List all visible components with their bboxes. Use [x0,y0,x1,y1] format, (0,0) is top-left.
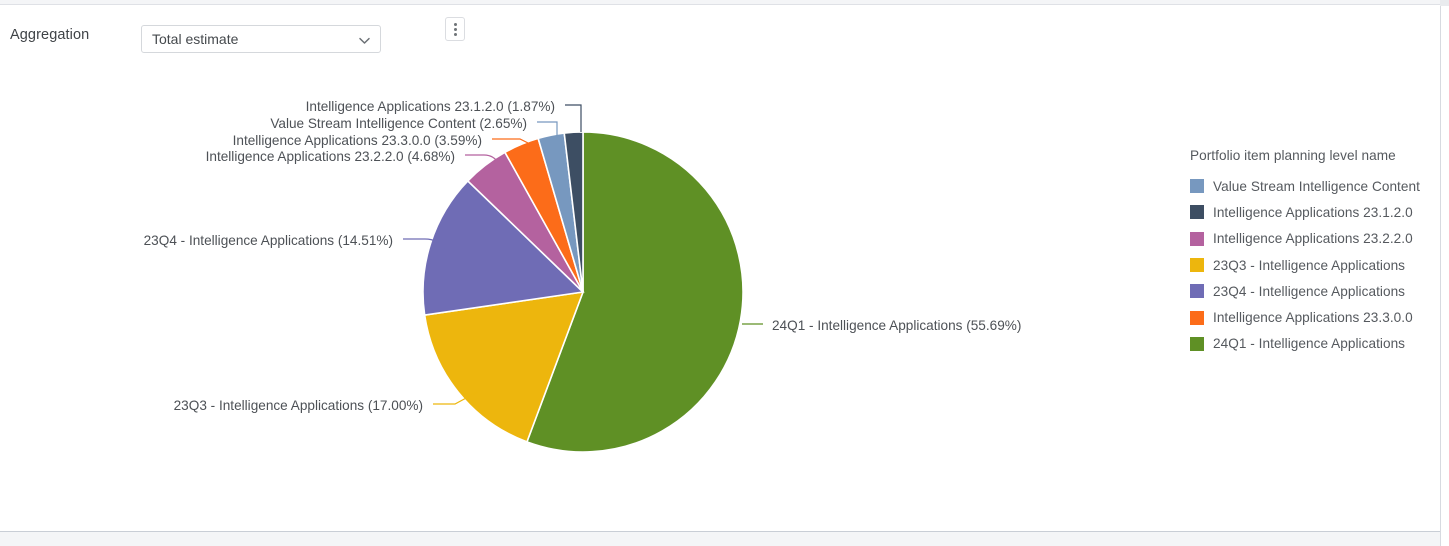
legend-item-list: Value Stream Intelligence Content Intelli… [1190,173,1435,357]
legend-item[interactable]: 23Q3 - Intelligence Applications [1190,252,1435,278]
legend-item-label: 23Q3 - Intelligence Applications [1213,257,1406,273]
legend-item[interactable]: Intelligence Applications 23.2.2.0 [1190,226,1435,252]
legend-item[interactable]: Intelligence Applications 23.3.0.0 [1190,304,1435,330]
kebab-dot-icon [454,33,457,36]
pie-slice-label: Intelligence Applications 23.2.2.0 (4.68… [206,149,455,164]
legend-item[interactable]: 24Q1 - Intelligence Applications [1190,331,1435,357]
legend-item[interactable]: Intelligence Applications 23.1.2.0 [1190,199,1435,225]
scrollbar-thumb[interactable] [1440,0,1449,6]
kebab-dot-icon [454,23,457,26]
legend-item-label: Intelligence Applications 23.1.2.0 [1213,204,1413,220]
panel-right-scrollbar[interactable] [1440,0,1449,546]
legend-color-swatch [1190,258,1204,273]
chart-toolbar: Aggregation Total estimate [0,6,1440,54]
pie-slice-label: Intelligence Applications 23.3.0.0 (3.59… [233,133,482,148]
pie-slice-label: Intelligence Applications 23.1.2.0 (1.87… [306,99,555,114]
legend-item[interactable]: 23Q4 - Intelligence Applications [1190,278,1435,304]
pie-slice-label: 24Q1 - Intelligence Applications (55.69%… [772,318,1021,333]
pie-slice-group [422,131,744,453]
legend-color-swatch [1190,205,1204,220]
legend-item-label: Intelligence Applications 23.3.0.0 [1213,310,1413,326]
aggregation-label: Aggregation [10,27,90,43]
aggregation-select-value: Total estimate [152,31,239,47]
chevron-down-icon [358,34,371,47]
legend-color-swatch [1190,231,1204,246]
panel-bottom-divider [0,531,1449,546]
legend-color-swatch [1190,179,1204,194]
pie-leader-line [565,104,582,132]
legend-item-label: Intelligence Applications 23.2.2.0 [1213,231,1413,247]
pie-slice-label: Value Stream Intelligence Content (2.65%… [270,116,527,131]
panel-top-divider [0,0,1449,5]
legend-color-swatch [1190,336,1204,351]
legend-item-label: 24Q1 - Intelligence Applications [1213,336,1406,352]
legend-item-label: Value Stream Intelligence Content [1213,178,1420,194]
legend-color-swatch [1190,284,1204,299]
pie-slice-label: 23Q4 - Intelligence Applications (14.51%… [144,233,393,248]
legend-item-label: 23Q4 - Intelligence Applications [1213,283,1406,299]
legend-item[interactable]: Value Stream Intelligence Content [1190,173,1435,199]
chart-legend: Portfolio item planning level name Value… [1190,148,1435,357]
aggregation-select[interactable]: Total estimate [141,25,381,53]
more-options-button[interactable] [445,17,465,41]
pie-slice-label: 23Q3 - Intelligence Applications (17.00%… [174,398,423,413]
legend-color-swatch [1190,310,1204,325]
legend-title: Portfolio item planning level name [1190,148,1396,163]
chart-panel: Aggregation Total estimate 24Q1 - Intell… [0,0,1449,546]
pie-chart: 24Q1 - Intelligence Applications (55.69%… [144,99,1021,453]
kebab-dot-icon [454,28,457,31]
